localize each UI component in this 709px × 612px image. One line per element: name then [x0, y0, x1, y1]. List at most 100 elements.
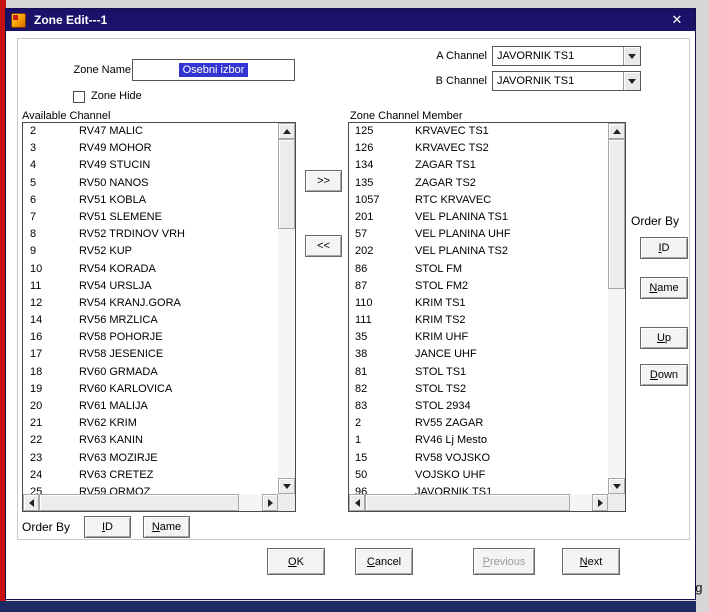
list-item[interactable]: 96JAVORNIK TS1 — [349, 484, 608, 494]
list-item-name: RV52 TRDINOV VRH — [79, 226, 278, 243]
list-item[interactable]: 1RV46 Lj Mesto — [349, 432, 608, 449]
list-item[interactable]: 35KRIM UHF — [349, 329, 608, 346]
move-up-button[interactable]: Up — [640, 327, 688, 349]
b-channel-select[interactable]: JAVORNIK TS1 — [492, 71, 641, 91]
list-item[interactable]: 16RV58 POHORJE — [23, 329, 278, 346]
list-item[interactable]: 5RV50 NANOS — [23, 175, 278, 192]
list-item[interactable]: 57VEL PLANINA UHF — [349, 226, 608, 243]
add-channel-button[interactable]: >> — [305, 170, 342, 192]
a-channel-select[interactable]: JAVORNIK TS1 — [492, 46, 641, 66]
scroll-down-button[interactable] — [278, 478, 295, 494]
scroll-right-button[interactable] — [262, 494, 278, 511]
list-item[interactable]: 7RV51 SLEMENE — [23, 209, 278, 226]
scroll-up-button[interactable] — [608, 123, 625, 139]
order-by-id-bottom-button[interactable]: ID — [84, 516, 131, 538]
vertical-scrollbar[interactable] — [608, 123, 625, 494]
title-bar: Zone Edit---1 ✕ — [6, 9, 695, 31]
down-arrow-icon — [613, 484, 621, 489]
scroll-up-button[interactable] — [278, 123, 295, 139]
order-by-id-button[interactable]: ID — [640, 237, 688, 259]
list-item[interactable]: 2RV47 MALIC — [23, 123, 278, 140]
close-button[interactable]: ✕ — [668, 11, 686, 29]
cancel-button[interactable]: Cancel — [355, 548, 413, 575]
scroll-left-button[interactable] — [349, 494, 365, 511]
list-item-id: 83 — [349, 398, 415, 415]
scrollbar-thumb[interactable] — [278, 139, 295, 229]
list-item[interactable]: 110KRIM TS1 — [349, 295, 608, 312]
list-item[interactable]: 20RV61 MALIJA — [23, 398, 278, 415]
list-item[interactable]: 126KRVAVEC TS2 — [349, 140, 608, 157]
move-down-button[interactable]: Down — [640, 364, 688, 386]
order-by-name-button[interactable]: Name — [640, 277, 688, 299]
scrollbar-thumb[interactable] — [608, 139, 625, 289]
list-item[interactable]: 12RV54 KRANJ.GORA — [23, 295, 278, 312]
list-item[interactable]: 17RV58 JESENICE — [23, 346, 278, 363]
list-item[interactable]: 10RV54 KORADA — [23, 261, 278, 278]
horizontal-scrollbar[interactable] — [349, 494, 608, 511]
list-item[interactable]: 8RV52 TRDINOV VRH — [23, 226, 278, 243]
list-item-name: RV60 GRMADA — [79, 364, 278, 381]
list-item-name: RTC KRVAVEC — [415, 192, 608, 209]
scrollbar-thumb[interactable] — [365, 494, 570, 511]
list-item[interactable]: 21RV62 KRIM — [23, 415, 278, 432]
horizontal-scrollbar[interactable] — [23, 494, 278, 511]
list-item[interactable]: 15RV58 VOJSKO — [349, 450, 608, 467]
list-item[interactable]: 2RV55 ZAGAR — [349, 415, 608, 432]
list-item[interactable]: 86STOL FM — [349, 261, 608, 278]
a-channel-value: JAVORNIK TS1 — [493, 50, 623, 62]
list-item[interactable]: 50VOJSKO UHF — [349, 467, 608, 484]
list-item[interactable]: 135ZAGAR TS2 — [349, 175, 608, 192]
list-item[interactable]: 22RV63 KANIN — [23, 432, 278, 449]
list-item-name: STOL FM2 — [415, 278, 608, 295]
list-item-id: 135 — [349, 175, 415, 192]
list-item[interactable]: 11RV54 URSLJA — [23, 278, 278, 295]
b-channel-dropdown-button[interactable] — [623, 72, 640, 90]
scrollbar-corner — [278, 494, 295, 511]
list-item[interactable]: 83STOL 2934 — [349, 398, 608, 415]
list-item[interactable]: 111KRIM TS2 — [349, 312, 608, 329]
list-item-name: VEL PLANINA UHF — [415, 226, 608, 243]
ok-button[interactable]: OK — [267, 548, 325, 575]
b-channel-value: JAVORNIK TS1 — [493, 75, 623, 87]
zone-hide-checkbox[interactable] — [73, 91, 85, 103]
zone-name-input[interactable]: Osebni izbor — [132, 59, 295, 81]
list-item-id: 126 — [349, 140, 415, 157]
list-item[interactable]: 3RV49 MOHOR — [23, 140, 278, 157]
list-item[interactable]: 134ZAGAR TS1 — [349, 157, 608, 174]
list-item[interactable]: 14RV56 MRZLICA — [23, 312, 278, 329]
list-item-id: 81 — [349, 364, 415, 381]
a-channel-dropdown-button[interactable] — [623, 47, 640, 65]
list-item[interactable]: 23RV63 MOZIRJE — [23, 450, 278, 467]
previous-button[interactable]: Previous — [473, 548, 535, 575]
list-item[interactable]: 9RV52 KUP — [23, 243, 278, 260]
list-item-id: 8 — [23, 226, 79, 243]
list-item-id: 111 — [349, 312, 415, 329]
list-item-id: 18 — [23, 364, 79, 381]
vertical-scrollbar[interactable] — [278, 123, 295, 494]
scrollbar-thumb[interactable] — [39, 494, 239, 511]
list-item[interactable]: 25RV59 ORMOZ — [23, 484, 278, 494]
list-item-id: 15 — [349, 450, 415, 467]
scroll-right-button[interactable] — [592, 494, 608, 511]
list-item[interactable]: 201VEL PLANINA TS1 — [349, 209, 608, 226]
list-item[interactable]: 82STOL TS2 — [349, 381, 608, 398]
scroll-left-button[interactable] — [23, 494, 39, 511]
list-item[interactable]: 1057RTC KRVAVEC — [349, 192, 608, 209]
list-item[interactable]: 19RV60 KARLOVICA — [23, 381, 278, 398]
list-item[interactable]: 38JANCE UHF — [349, 346, 608, 363]
list-item[interactable]: 87STOL FM2 — [349, 278, 608, 295]
remove-channel-button[interactable]: << — [305, 235, 342, 257]
list-item-name: STOL FM — [415, 261, 608, 278]
list-item[interactable]: 6RV51 KOBLA — [23, 192, 278, 209]
list-item-name: KRVAVEC TS2 — [415, 140, 608, 157]
scroll-down-button[interactable] — [608, 478, 625, 494]
next-button[interactable]: Next — [562, 548, 620, 575]
order-by-name-bottom-button[interactable]: Name — [143, 516, 190, 538]
list-item[interactable]: 202VEL PLANINA TS2 — [349, 243, 608, 260]
list-item[interactable]: 81STOL TS1 — [349, 364, 608, 381]
list-item[interactable]: 125KRVAVEC TS1 — [349, 123, 608, 140]
list-item[interactable]: 4RV49 STUCIN — [23, 157, 278, 174]
list-item[interactable]: 18RV60 GRMADA — [23, 364, 278, 381]
list-item[interactable]: 24RV63 CRETEZ — [23, 467, 278, 484]
list-item-id: 20 — [23, 398, 79, 415]
